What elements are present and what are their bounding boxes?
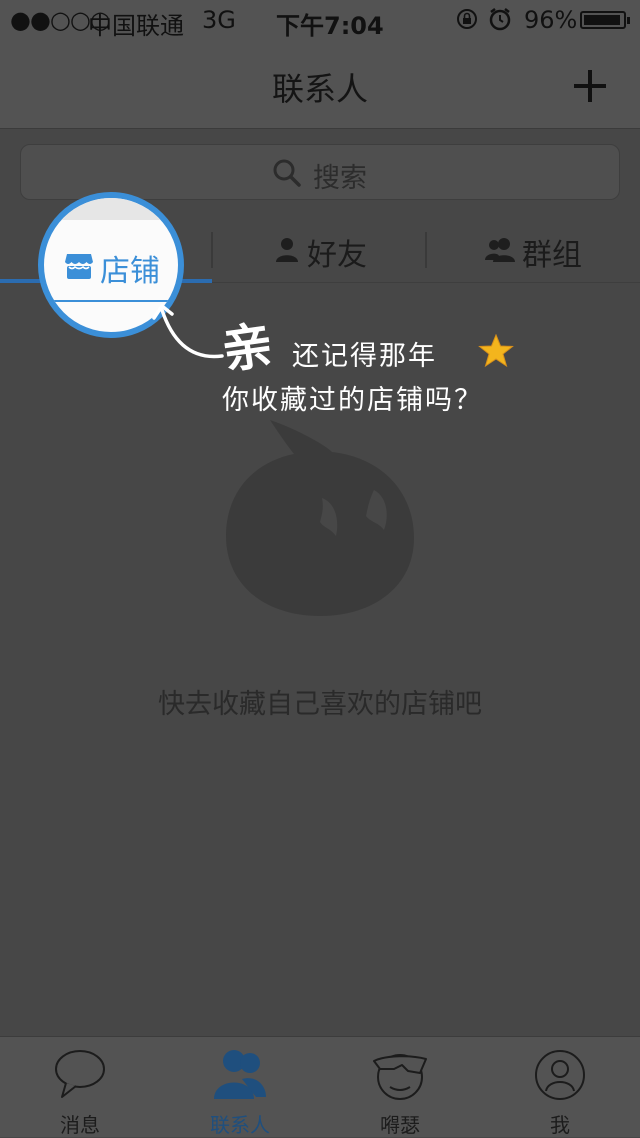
group-icon bbox=[484, 236, 516, 266]
plus-icon[interactable] bbox=[574, 70, 606, 102]
curved-arrow-icon bbox=[150, 300, 226, 366]
tab-divider bbox=[211, 232, 213, 268]
empty-state-message: 快去收藏自己喜欢的店铺吧 bbox=[158, 689, 482, 720]
battery-icon bbox=[580, 11, 630, 29]
tabbar-label: 联系人 bbox=[210, 1113, 270, 1137]
carrier-name: 中国联通 bbox=[88, 12, 184, 40]
person-icon bbox=[275, 236, 299, 266]
annotation-line-2: 你收藏过的店铺吗？ bbox=[222, 385, 483, 416]
tabbar-item-show-off[interactable]: 嘚瑟 bbox=[320, 1037, 480, 1137]
search-icon bbox=[273, 159, 301, 191]
rotation-lock-icon bbox=[456, 8, 478, 36]
alarm-icon bbox=[488, 6, 512, 38]
contacts-icon bbox=[212, 1047, 268, 1105]
annotation-big-char: 亲 bbox=[218, 315, 277, 381]
tab-friends[interactable]: 好友 bbox=[213, 216, 426, 282]
tabbar-item-messages[interactable]: 消息 bbox=[0, 1037, 160, 1137]
tab-shops-label: 店铺 bbox=[100, 254, 160, 289]
chat-bubble-icon bbox=[52, 1047, 108, 1105]
tabbar-label: 我 bbox=[550, 1113, 570, 1137]
tabbar-label: 嘚瑟 bbox=[380, 1113, 420, 1137]
bottom-tab-bar: 消息 联系人 嘚瑟 我 bbox=[0, 1036, 640, 1137]
tabbar-item-contacts[interactable]: 联系人 bbox=[160, 1037, 320, 1137]
network-type: 3G bbox=[202, 6, 236, 34]
smiley-glasses-icon bbox=[372, 1047, 428, 1105]
profile-icon bbox=[532, 1047, 588, 1105]
star-icon bbox=[478, 333, 514, 372]
page-title: 联系人 bbox=[271, 70, 368, 108]
search-placeholder: 搜索 bbox=[313, 163, 367, 194]
tabbar-item-me[interactable]: 我 bbox=[480, 1037, 640, 1137]
tab-groups-label: 群组 bbox=[522, 238, 582, 273]
magnifier-top-strip bbox=[44, 198, 178, 220]
tab-groups[interactable]: 群组 bbox=[426, 216, 640, 282]
status-time: 下午7:04 bbox=[276, 12, 384, 40]
nav-bar: 联系人 bbox=[0, 40, 640, 129]
status-bar: ●●○○○ 中国联通 3G 下午7:04 96% bbox=[0, 0, 640, 40]
mascot-icon bbox=[224, 418, 416, 622]
tab-friends-label: 好友 bbox=[307, 238, 367, 273]
battery-percent: 96% bbox=[524, 6, 578, 34]
annotation-line-1: 还记得那年 bbox=[292, 341, 437, 372]
tab-divider bbox=[425, 232, 427, 268]
store-icon bbox=[64, 252, 94, 284]
tabbar-label: 消息 bbox=[60, 1113, 100, 1137]
